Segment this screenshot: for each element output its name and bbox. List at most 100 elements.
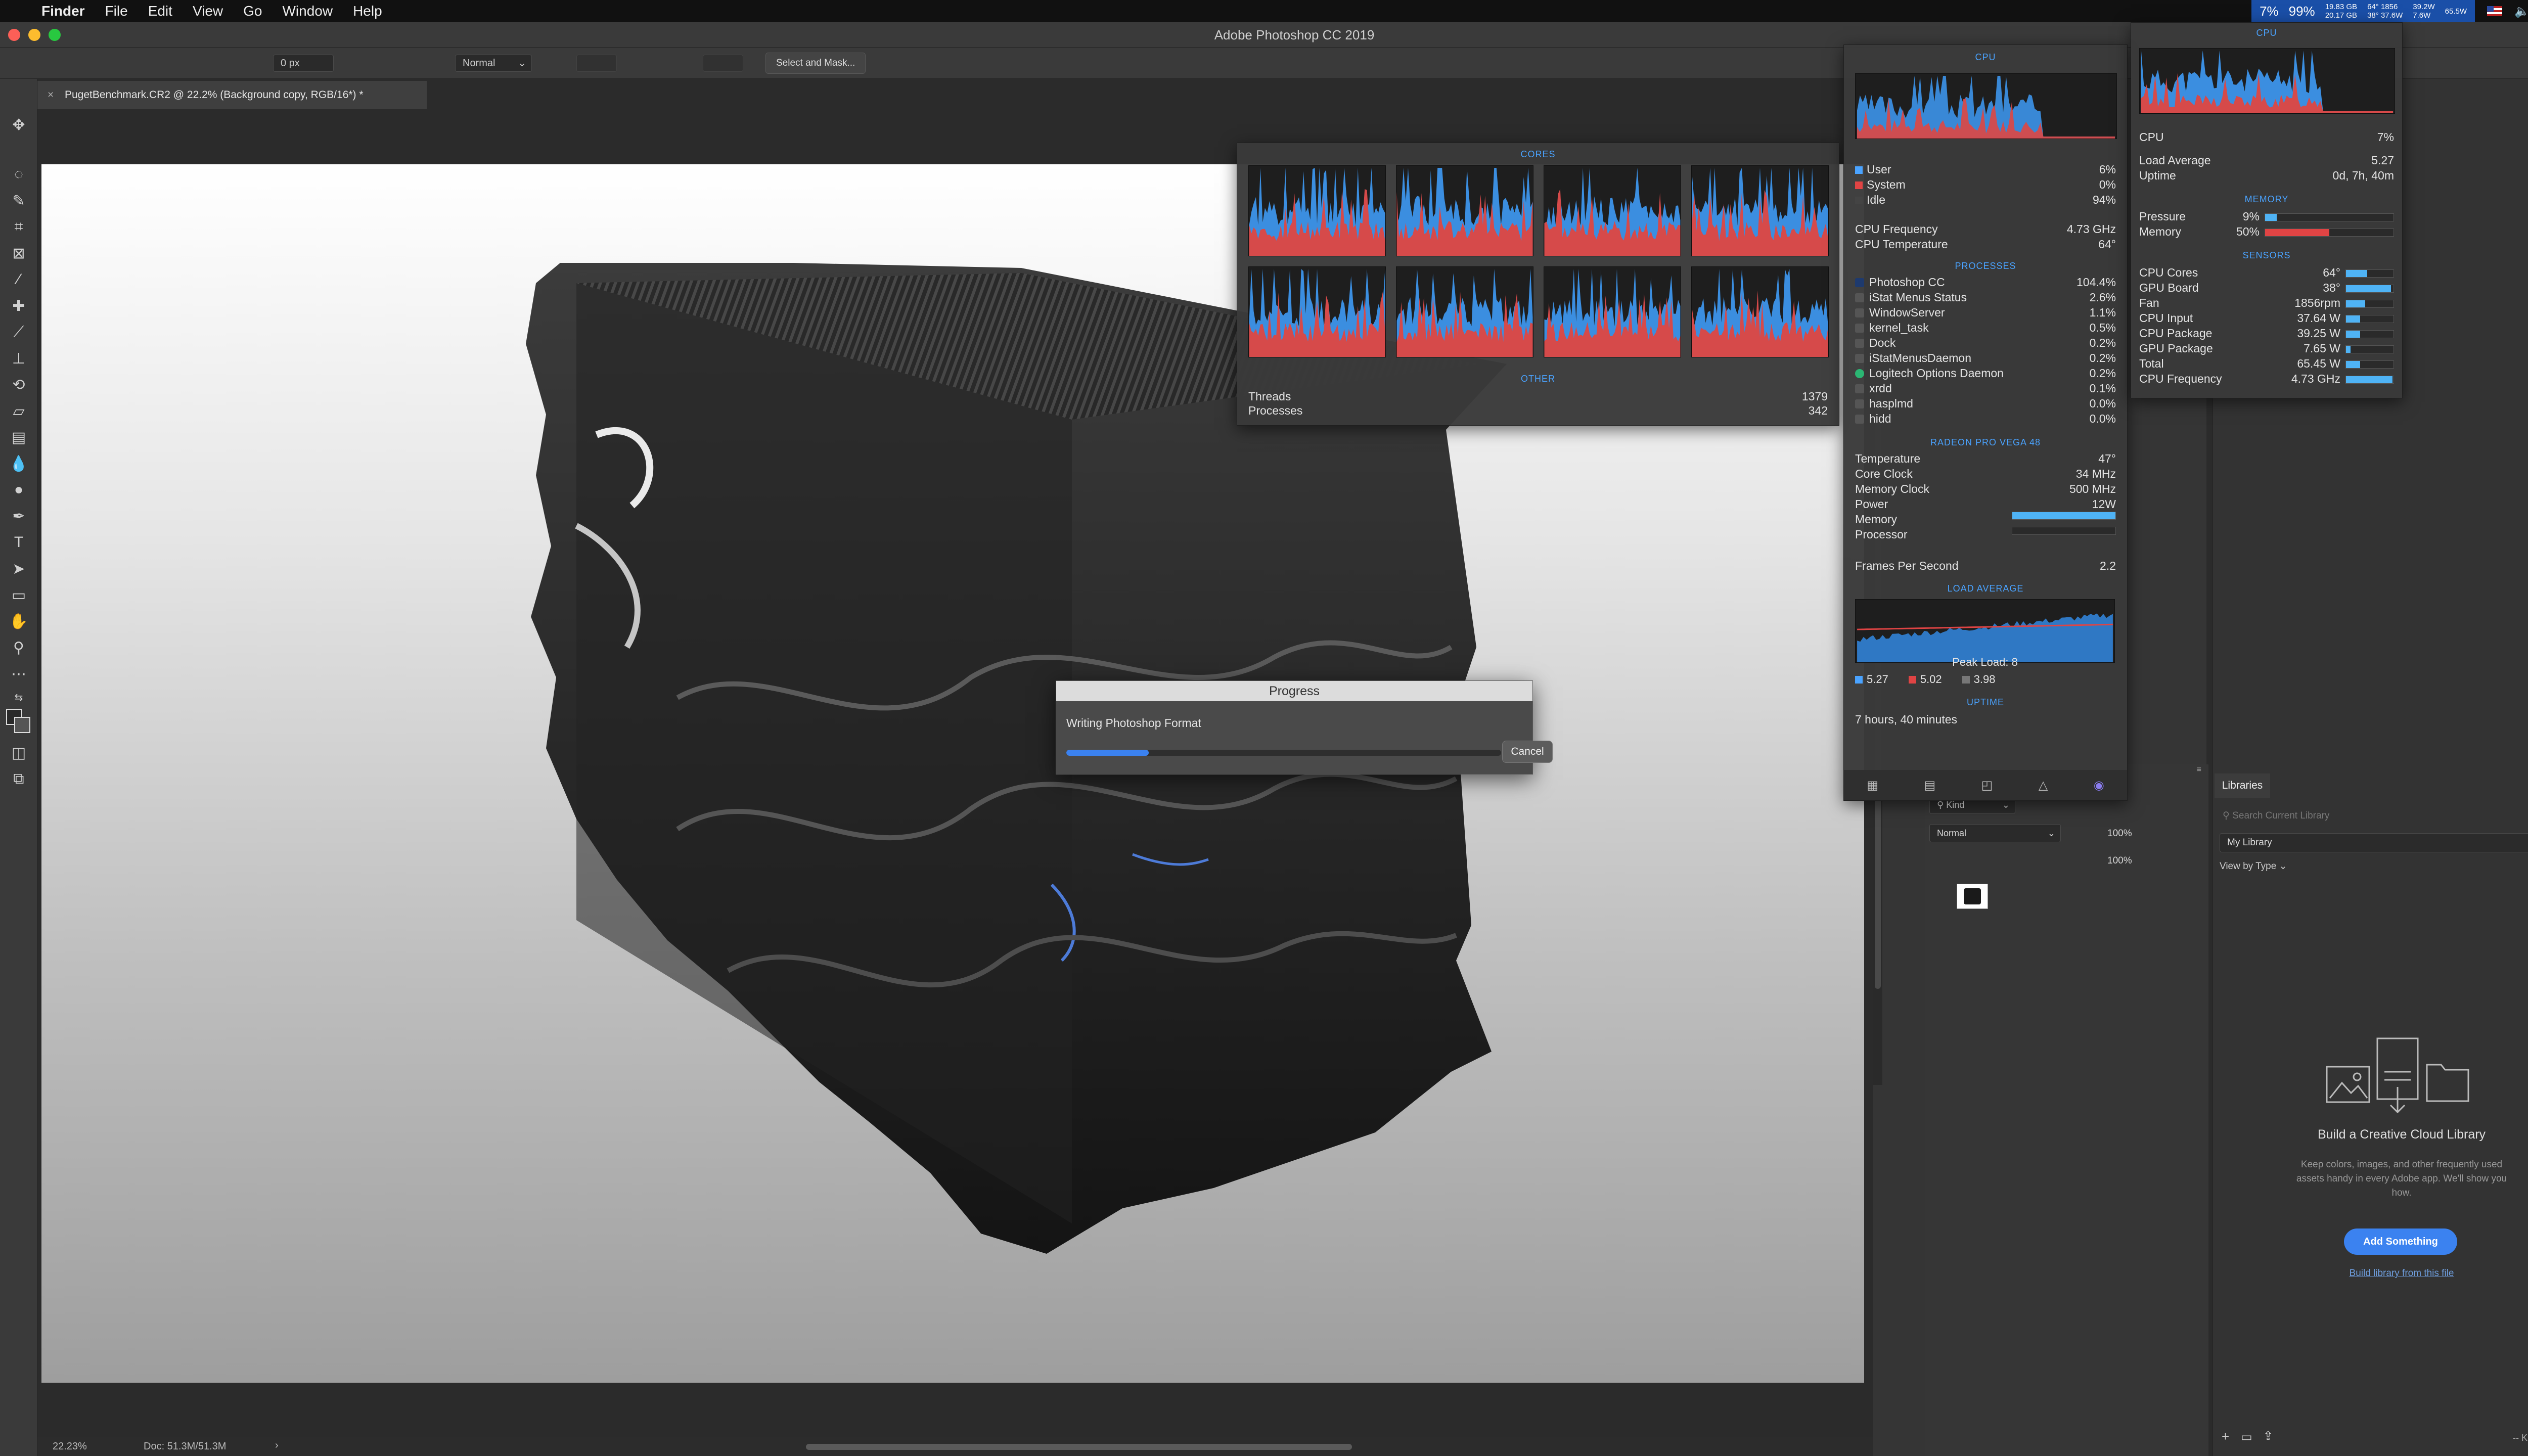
rectangle-tool-icon[interactable]: ▭ [7,583,30,607]
cancel-button[interactable]: Cancel [1502,741,1553,763]
process-name: kernel_task [1869,321,1929,334]
horizontal-scrollbar[interactable] [806,1444,1352,1450]
quick-mask-icon[interactable]: ◫ [7,741,30,764]
status-expand-icon[interactable]: › [275,1440,279,1451]
menu-file[interactable]: File [105,3,128,19]
quick-selection-tool-icon[interactable]: ✎ [7,189,30,212]
menu-window[interactable]: Window [282,3,333,19]
upload-icon[interactable]: ⇪ [2263,1429,2273,1443]
hand-tool-icon[interactable]: ✋ [7,610,30,633]
background-color-swatch[interactable] [14,717,30,733]
flag-icon[interactable] [2487,6,2503,16]
process-row[interactable]: hasplmd 0.0% [1844,396,2127,411]
process-name: hasplmd [1869,397,1913,410]
menu-go[interactable]: Go [243,3,262,19]
istat-memory[interactable]: 99% [2289,4,2315,19]
layer-thumbnail[interactable] [1957,884,1988,909]
minimize-window-button[interactable] [28,29,40,41]
istat-network[interactable]: 19.83 GB 20.17 GB [2325,3,2357,20]
doc-size[interactable]: Doc: 51.3M/51.3M [144,1441,226,1452]
type-tool-icon[interactable]: T [7,531,30,554]
menu-app-finder[interactable]: Finder [41,3,85,19]
clone-stamp-tool-icon[interactable]: ⊥ [7,347,30,370]
build-library-link[interactable]: Build library from this file [2215,1268,2528,1279]
process-row[interactable]: Photoshop CC 104.4% [1844,275,2127,290]
process-icon [1855,324,1864,333]
sensor-row: CPU Package 39.25 W [2131,326,2402,341]
libraries-tab[interactable]: Libraries [2215,774,2270,798]
brush-tool-icon[interactable]: ⟋ [7,321,30,344]
zoom-tool-icon[interactable]: ⚲ [7,636,30,659]
istat-cpu[interactable]: 7% [2260,4,2279,19]
popup-footer: ▦ ▤ ◰ △ ◉ [1844,770,2127,800]
select-and-mask-button[interactable]: Select and Mask... [765,53,866,74]
sensor-name: CPU Input [2139,311,2193,325]
swap-colors-icon[interactable]: ⇆ [7,686,30,709]
path-selection-tool-icon[interactable]: ➤ [7,557,30,580]
istat-total-power[interactable]: 65.5W [2445,7,2467,16]
history-brush-tool-icon[interactable]: ⟲ [7,373,30,396]
istat-menus[interactable]: 7% 99% 19.83 GB 20.17 GB 64° 1856 38° 37.6… [2251,0,2475,22]
process-row[interactable]: kernel_task 0.5% [1844,320,2127,335]
process-row[interactable]: iStatMenusDaemon 0.2% [1844,350,2127,366]
process-value: 0.0% [2089,397,2116,410]
blur-tool-icon[interactable]: 💧 [7,452,30,475]
crop-tool-icon[interactable]: ⌗ [7,215,30,239]
istat-sensors[interactable]: 64° 1856 38° 37.6W [2367,3,2403,20]
terminal-icon[interactable]: ◰ [1981,778,1993,793]
move-tool-icon[interactable]: ✥ [7,113,30,136]
pen-tool-icon[interactable]: ✒ [7,505,30,528]
more-tools-icon[interactable]: ⋯ [7,662,30,686]
style-select[interactable]: Normal ⌄ [455,55,532,72]
istat-power[interactable]: 39.2W 7.6W [2413,3,2434,20]
process-row[interactable]: WindowServer 1.1% [1844,305,2127,320]
zoom-window-button[interactable] [49,29,61,41]
blend-mode-select[interactable]: Normal ⌄ [1929,824,2061,842]
volume-icon[interactable]: 🔈 [2514,4,2528,19]
core-graph [1691,165,1829,256]
process-row[interactable]: xrdd 0.1% [1844,381,2127,396]
sensor-bar [2345,360,2394,369]
settings-icon[interactable]: ◉ [2094,778,2104,793]
close-window-button[interactable] [8,29,20,41]
process-row[interactable]: hidd 0.0% [1844,411,2127,426]
menu-edit[interactable]: Edit [148,3,172,19]
document-tab[interactable]: × PugetBenchmark.CR2 @ 22.2% (Background… [37,81,427,109]
view-by-type-select[interactable]: View by Type ⌄ [2220,860,2287,872]
process-row[interactable]: Dock 0.2% [1844,335,2127,350]
add-something-button[interactable]: Add Something [2344,1228,2457,1255]
add-library-icon[interactable]: + [2222,1429,2229,1444]
dodge-tool-icon[interactable]: ● [7,478,30,502]
library-search-input[interactable]: ⚲ Search Current Library [2220,807,2528,825]
layers-panel-menu-icon[interactable]: ≡ [2197,765,2201,775]
feather-input[interactable]: 0 px [273,55,334,72]
lasso-tool-icon[interactable]: ◌ [7,163,30,186]
eyedropper-tool-icon[interactable]: ⁄ [7,268,30,291]
zoom-level[interactable]: 22.23% [53,1441,87,1452]
process-value: 0.5% [2089,321,2116,334]
gradient-tool-icon[interactable]: ▤ [7,426,30,449]
process-row[interactable]: Logitech Options Daemon 0.2% [1844,366,2127,381]
console-icon[interactable]: ▤ [1924,778,1935,793]
close-tab-icon[interactable]: × [48,81,54,109]
frame-tool-icon[interactable]: ⊠ [7,242,30,265]
menu-help[interactable]: Help [353,3,382,19]
screen-mode-icon[interactable]: ⧉ [7,767,30,791]
eraser-tool-icon[interactable]: ▱ [7,399,30,423]
width-input[interactable] [576,55,617,72]
folder-icon[interactable]: ▭ [2241,1430,2252,1444]
core-graph [1248,165,1386,256]
menu-bar: Finder File Edit View Go Window Help 7% … [0,0,2528,22]
processes-row: Processes 342 [1248,404,1828,417]
cpu-history-graph [1855,73,2117,139]
activity-monitor-icon[interactable]: ▦ [1867,778,1878,793]
fill-value[interactable]: 100% [2107,855,2132,867]
library-illustration-icon [2326,1037,2469,1114]
opacity-value[interactable]: 100% [2107,828,2132,839]
menu-view[interactable]: View [193,3,223,19]
height-input[interactable] [703,55,743,72]
library-select[interactable]: My Library⌄ [2220,833,2528,852]
process-row[interactable]: iStat Menus Status 2.6% [1844,290,2127,305]
system-info-icon[interactable]: △ [2039,778,2048,793]
healing-brush-tool-icon[interactable]: ✚ [7,294,30,317]
